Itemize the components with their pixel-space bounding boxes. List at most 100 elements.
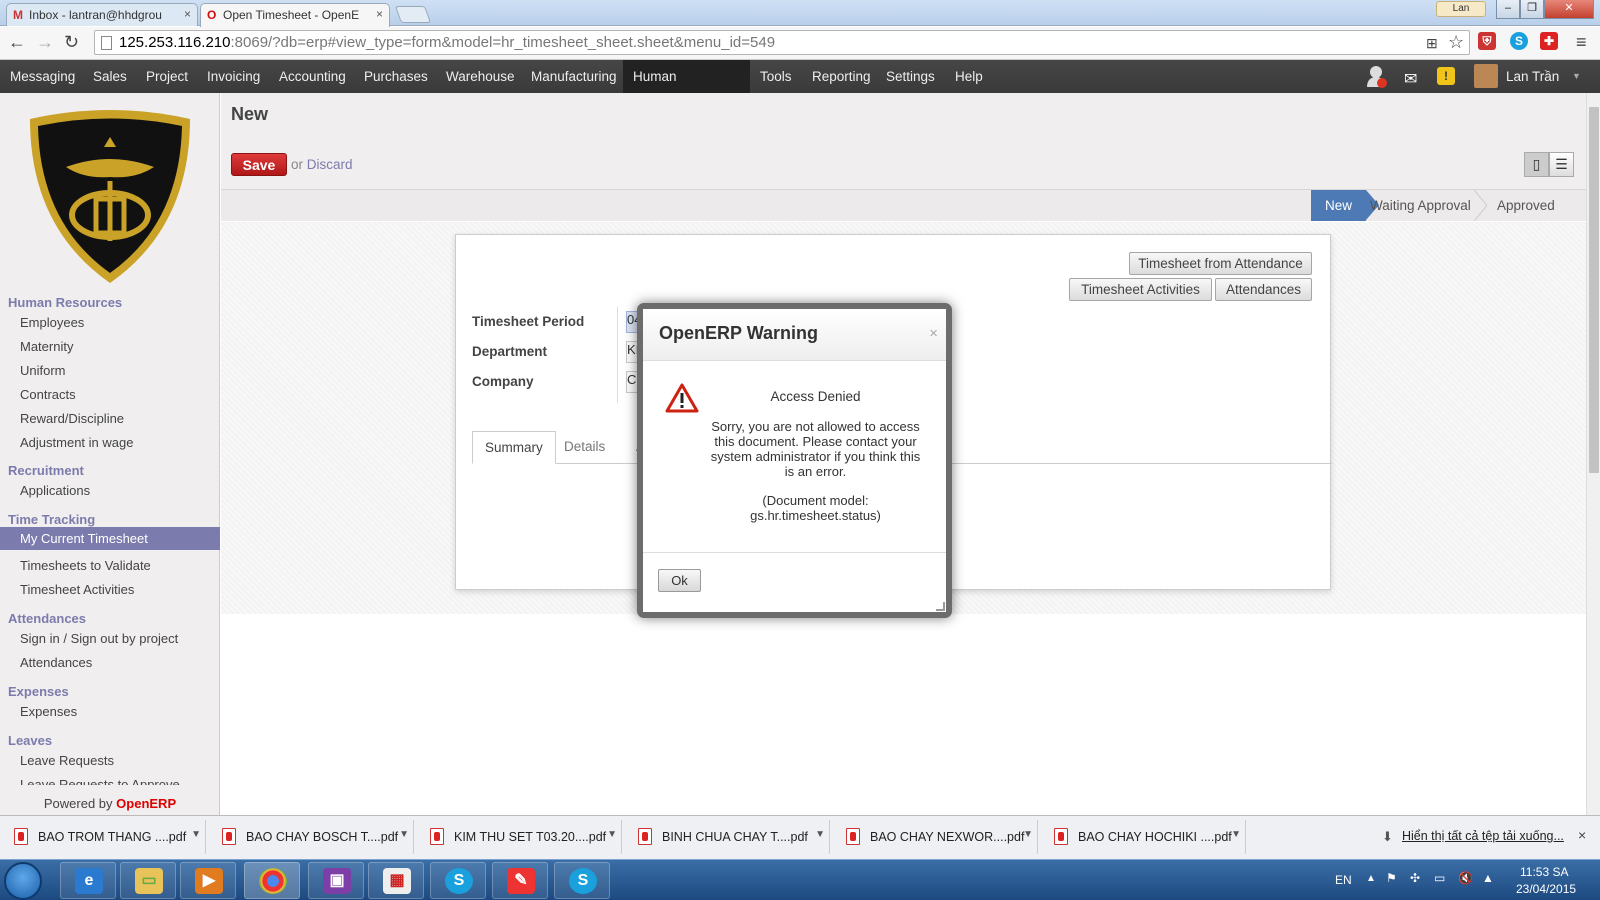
chevron-down-icon[interactable]: ▼ <box>815 818 825 852</box>
attendances-button[interactable]: Attendances <box>1215 278 1312 301</box>
sidebar-item-leave-requests[interactable]: Leave Requests <box>20 753 114 768</box>
sidebar-item-maternity[interactable]: Maternity <box>20 339 73 354</box>
download-item[interactable]: BAO CHAY NEXWOR....pdf ▼ <box>838 820 1038 854</box>
reload-icon[interactable]: ↻ <box>64 32 79 53</box>
skype-extension-icon[interactable]: S <box>1510 32 1528 50</box>
sidebar-item-my-current-timesheet[interactable]: My Current Timesheet <box>0 527 220 550</box>
sidebar-item-expenses[interactable]: Expenses <box>20 704 77 719</box>
download-item[interactable]: KIM THU SET T03.20....pdf ▼ <box>422 820 622 854</box>
extension-icon[interactable]: ✚ <box>1540 32 1558 50</box>
bookmark-star-icon[interactable]: ☆ <box>1448 32 1464 53</box>
menu-settings[interactable]: Settings <box>876 60 945 93</box>
timesheet-from-attendance-button[interactable]: Timesheet from Attendance <box>1129 252 1312 275</box>
menu-warehouse[interactable]: Warehouse <box>436 60 525 93</box>
sidebar-item-timesheet-activities[interactable]: Timesheet Activities <box>20 582 134 597</box>
discard-link[interactable]: Discard <box>307 157 353 172</box>
sidebar-item-timesheets-to-validate[interactable]: Timesheets to Validate <box>20 558 151 573</box>
tab-summary[interactable]: Summary <box>472 431 556 464</box>
timesheet-activities-button[interactable]: Timesheet Activities <box>1069 278 1212 301</box>
chevron-down-icon[interactable]: ▼ <box>191 818 201 852</box>
taskbar-meeting[interactable]: ▣ <box>308 862 364 899</box>
close-icon[interactable]: × <box>1578 827 1586 843</box>
language-indicator[interactable]: EN <box>1335 873 1352 887</box>
sidebar-item-leave-requests-to-approve[interactable]: Leave Requests to Approve <box>20 777 180 785</box>
flag-icon[interactable]: ⚑ <box>1386 871 1397 885</box>
minimize-button[interactable]: – <box>1496 0 1520 19</box>
download-item[interactable]: BINH CHUA CHAY T....pdf ▼ <box>630 820 830 854</box>
chevron-down-icon[interactable]: ▼ <box>1023 818 1033 852</box>
menu-accounting[interactable]: Accounting <box>269 60 356 93</box>
close-icon[interactable]: × <box>929 325 938 342</box>
menu-invoicing[interactable]: Invoicing <box>197 60 270 93</box>
ok-button[interactable]: Ok <box>658 569 701 592</box>
sidebar-item-uniform[interactable]: Uniform <box>20 363 66 378</box>
menu-icon[interactable]: ≡ <box>1576 32 1587 53</box>
menu-tools[interactable]: Tools <box>750 60 802 93</box>
chevron-down-icon[interactable]: ▼ <box>607 818 617 852</box>
user-status-icon[interactable] <box>1366 65 1388 89</box>
status-step-waiting-approval[interactable]: Waiting Approval <box>1356 190 1485 221</box>
sidebar-item-employees[interactable]: Employees <box>20 315 84 330</box>
chevron-down-icon[interactable]: ▼ <box>1572 60 1581 93</box>
clock-time[interactable]: 11:53 SA <box>1520 865 1568 879</box>
profile-chip[interactable]: Lan <box>1436 1 1486 17</box>
restore-button[interactable]: ❐ <box>1520 0 1544 19</box>
menu-help[interactable]: Help <box>945 60 993 93</box>
menu-reporting[interactable]: Reporting <box>802 60 881 93</box>
menu-messaging[interactable]: Messaging <box>0 60 85 93</box>
taskbar-ie[interactable]: e <box>60 862 116 899</box>
taskbar-skype[interactable]: S <box>430 862 486 899</box>
status-step-approved[interactable]: Approved <box>1483 190 1569 221</box>
download-item[interactable]: BAO CHAY HOCHIKI ....pdf ▼ <box>1046 820 1246 854</box>
menu-sales[interactable]: Sales <box>83 60 137 93</box>
form-view-icon[interactable]: ▯ <box>1524 152 1549 177</box>
clock-date[interactable]: 23/04/2015 <box>1516 882 1576 896</box>
menu-purchases[interactable]: Purchases <box>354 60 438 93</box>
volume-muted-icon[interactable]: 🔇 <box>1458 871 1473 885</box>
powered-by-brand[interactable]: OpenERP <box>116 796 176 811</box>
start-button[interactable] <box>4 862 42 900</box>
taskbar-media-player[interactable]: ▶ <box>180 862 236 899</box>
taskbar-foxit[interactable]: ✎ <box>492 862 548 899</box>
translate-icon[interactable]: ⊞ <box>1426 35 1438 52</box>
close-icon[interactable]: × <box>184 7 191 21</box>
save-button[interactable]: Save <box>231 153 287 176</box>
sidebar-item-adjustment-in-wage[interactable]: Adjustment in wage <box>20 435 133 450</box>
sidebar-item-contracts[interactable]: Contracts <box>20 387 76 402</box>
show-all-downloads-link[interactable]: Hiển thị tất cả tệp tải xuống... <box>1402 829 1564 843</box>
menu-human-resources[interactable]: Human Resources <box>623 60 750 117</box>
extension-shield-icon[interactable]: ⛨ <box>1478 32 1496 50</box>
taskbar-skype-2[interactable]: S <box>554 862 610 899</box>
user-name[interactable]: Lan Trần <box>1506 60 1559 93</box>
browser-tab-timesheet[interactable]: O Open Timesheet - OpenE × <box>200 3 390 27</box>
close-window-button[interactable]: ✕ <box>1544 0 1594 19</box>
menu-manufacturing[interactable]: Manufacturing <box>521 60 627 93</box>
taskbar-explorer[interactable]: ▭ <box>120 862 176 899</box>
sidebar-item-attendances[interactable]: Attendances <box>20 655 92 670</box>
chevron-down-icon[interactable]: ▼ <box>1231 818 1241 852</box>
download-item[interactable]: BAO CHAY BOSCH T....pdf ▼ <box>214 820 414 854</box>
close-icon[interactable]: × <box>376 7 383 21</box>
url-input[interactable]: 125.253.116.210:8069/?db=erp#view_type=f… <box>94 30 1470 55</box>
list-view-icon[interactable]: ☰ <box>1549 152 1574 177</box>
show-hidden-icons-icon[interactable]: ▲ <box>1366 873 1376 884</box>
sidebar-item-sign-in-out[interactable]: Sign in / Sign out by project <box>20 631 178 646</box>
network-share-icon[interactable]: ✣ <box>1410 871 1420 885</box>
back-icon[interactable]: ← <box>8 32 26 53</box>
mail-icon[interactable]: ✉ <box>1404 69 1417 89</box>
resize-handle[interactable] <box>936 602 945 611</box>
tab-details[interactable]: Details <box>552 431 617 464</box>
chevron-down-icon[interactable]: ▼ <box>399 818 409 852</box>
page-scrollbar[interactable] <box>1586 93 1600 815</box>
taskbar-chrome[interactable] <box>244 862 300 899</box>
avatar[interactable] <box>1474 64 1498 88</box>
drive-icon[interactable]: ▲ <box>1482 871 1494 885</box>
taskbar-app[interactable]: ▦ <box>368 862 424 899</box>
download-item[interactable]: BAO TROM THANG ....pdf ▼ <box>6 820 206 854</box>
warning-icon[interactable]: ! <box>1437 67 1455 85</box>
forward-icon[interactable]: → <box>36 32 54 53</box>
sidebar-item-reward-discipline[interactable]: Reward/Discipline <box>20 411 124 426</box>
menu-project[interactable]: Project <box>136 60 198 93</box>
sidebar-item-applications[interactable]: Applications <box>20 483 90 498</box>
browser-tab-inbox[interactable]: M Inbox - lantran@hhdgrou × <box>6 3 198 26</box>
